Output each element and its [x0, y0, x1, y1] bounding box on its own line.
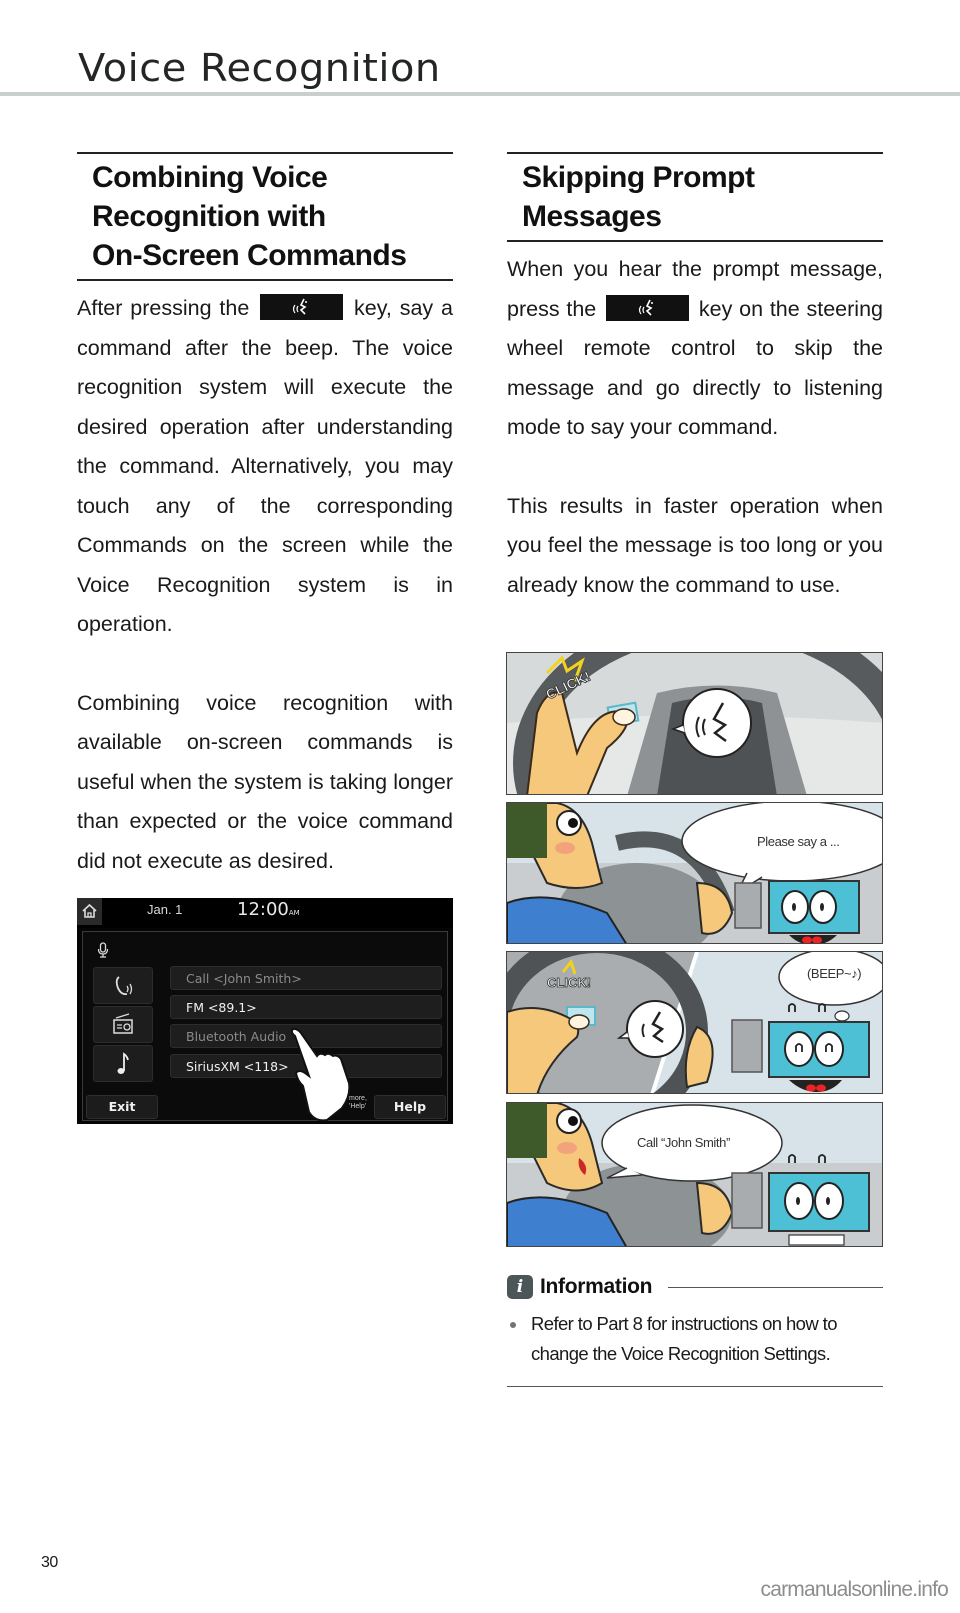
time-value: 12:00	[237, 899, 289, 920]
information-title: Information	[540, 1275, 653, 1298]
text: After pressing the	[77, 296, 250, 320]
paragraph-skipping-2: This results in faster operation when yo…	[507, 493, 883, 597]
section-heading-combining: Combining Voice Recognition with On-Scre…	[77, 152, 453, 281]
voice-talk-icon	[638, 299, 654, 316]
driver-system-prompt-scene	[507, 803, 882, 943]
help-button[interactable]: Help	[374, 1095, 446, 1119]
comic-illustration: CLICK! Please say a ... CLICK! (BEEP~♪) …	[506, 652, 883, 1247]
information-divider	[668, 1286, 883, 1288]
radio-category-button[interactable]	[93, 1006, 153, 1043]
command-fm[interactable]: FM <89.1>	[170, 995, 442, 1019]
heading-line: On-Screen Commands	[92, 239, 407, 272]
left-column: Combining Voice Recognition with On-Scre…	[77, 152, 453, 881]
home-button[interactable]	[77, 898, 102, 925]
media-category-button[interactable]	[93, 1045, 153, 1082]
time-display: 12:00AM	[237, 899, 300, 920]
phone-icon	[115, 976, 133, 996]
heading-line: Combining Voice	[92, 161, 328, 194]
page-number: 30	[41, 1554, 58, 1571]
date-display: Jan. 1	[147, 902, 183, 917]
status-bar: Jan. 1 12:00AM	[77, 898, 453, 928]
speech-bubble-beep: (BEEP~♪)	[807, 966, 862, 981]
voice-key-button	[260, 294, 344, 320]
watermark[interactable]: carmanualsonline.info	[761, 1578, 949, 1602]
information-list: Refer to Part 8 for instructions on how …	[507, 1309, 883, 1369]
comic-panel-2: Please say a ...	[506, 802, 883, 944]
click-sfx: CLICK!	[547, 975, 591, 990]
heading-line: Messages	[522, 200, 662, 233]
command-call[interactable]: Call <John Smith>	[170, 966, 442, 990]
radio-icon	[113, 1013, 133, 1034]
time-suffix: AM	[288, 909, 300, 917]
paragraph-skipping-1: When you hear the prompt message, press …	[507, 250, 883, 448]
speech-bubble-command: Call “John Smith”	[637, 1135, 730, 1150]
phone-category-button[interactable]	[93, 967, 153, 1004]
information-item: Refer to Part 8 for instructions on how …	[507, 1309, 883, 1369]
comic-panel-4: Call “John Smith”	[506, 1102, 883, 1247]
right-column: Skipping Prompt Messages When you hear t…	[507, 152, 883, 605]
speech-bubble-prompt: Please say a ...	[757, 834, 840, 849]
information-bottom-rule	[507, 1386, 883, 1387]
steering-wheel-click-scene: CLICK!	[507, 653, 882, 794]
information-header: i Information	[507, 1275, 883, 1299]
heading-line: Recognition with	[92, 200, 326, 233]
microphone-icon	[97, 942, 109, 958]
head-unit-screen: Jan. 1 12:00AM Call <John Smith> FM <89.…	[77, 898, 453, 1124]
voice-command-panel: Call <John Smith> FM <89.1> Bluetooth Au…	[82, 931, 448, 1121]
home-icon	[82, 903, 97, 918]
paragraph-combining-1: After pressing the key, say a command af…	[77, 289, 453, 645]
info-icon: i	[507, 1275, 533, 1299]
touch-hand-icon	[290, 1028, 351, 1122]
exit-button[interactable]: Exit	[86, 1095, 158, 1119]
comic-panel-1: CLICK!	[506, 652, 883, 795]
title-rule	[0, 92, 960, 96]
heading-line: Skipping Prompt	[522, 161, 755, 194]
information-box: i Information Refer to Part 8 for instru…	[507, 1275, 883, 1369]
voice-talk-icon	[293, 298, 308, 315]
music-note-icon	[117, 1052, 129, 1074]
comic-panel-3: CLICK! (BEEP~♪)	[506, 951, 883, 1094]
section-heading-skipping: Skipping Prompt Messages	[507, 152, 883, 242]
voice-key-button	[606, 294, 690, 321]
text: key, say a command after the beep. The v…	[77, 296, 453, 636]
page-title: Voice Recognition	[78, 46, 441, 90]
paragraph-combining-2: Combining voice recognition with availab…	[77, 690, 453, 873]
driver-speaks-command-scene	[507, 1103, 882, 1246]
